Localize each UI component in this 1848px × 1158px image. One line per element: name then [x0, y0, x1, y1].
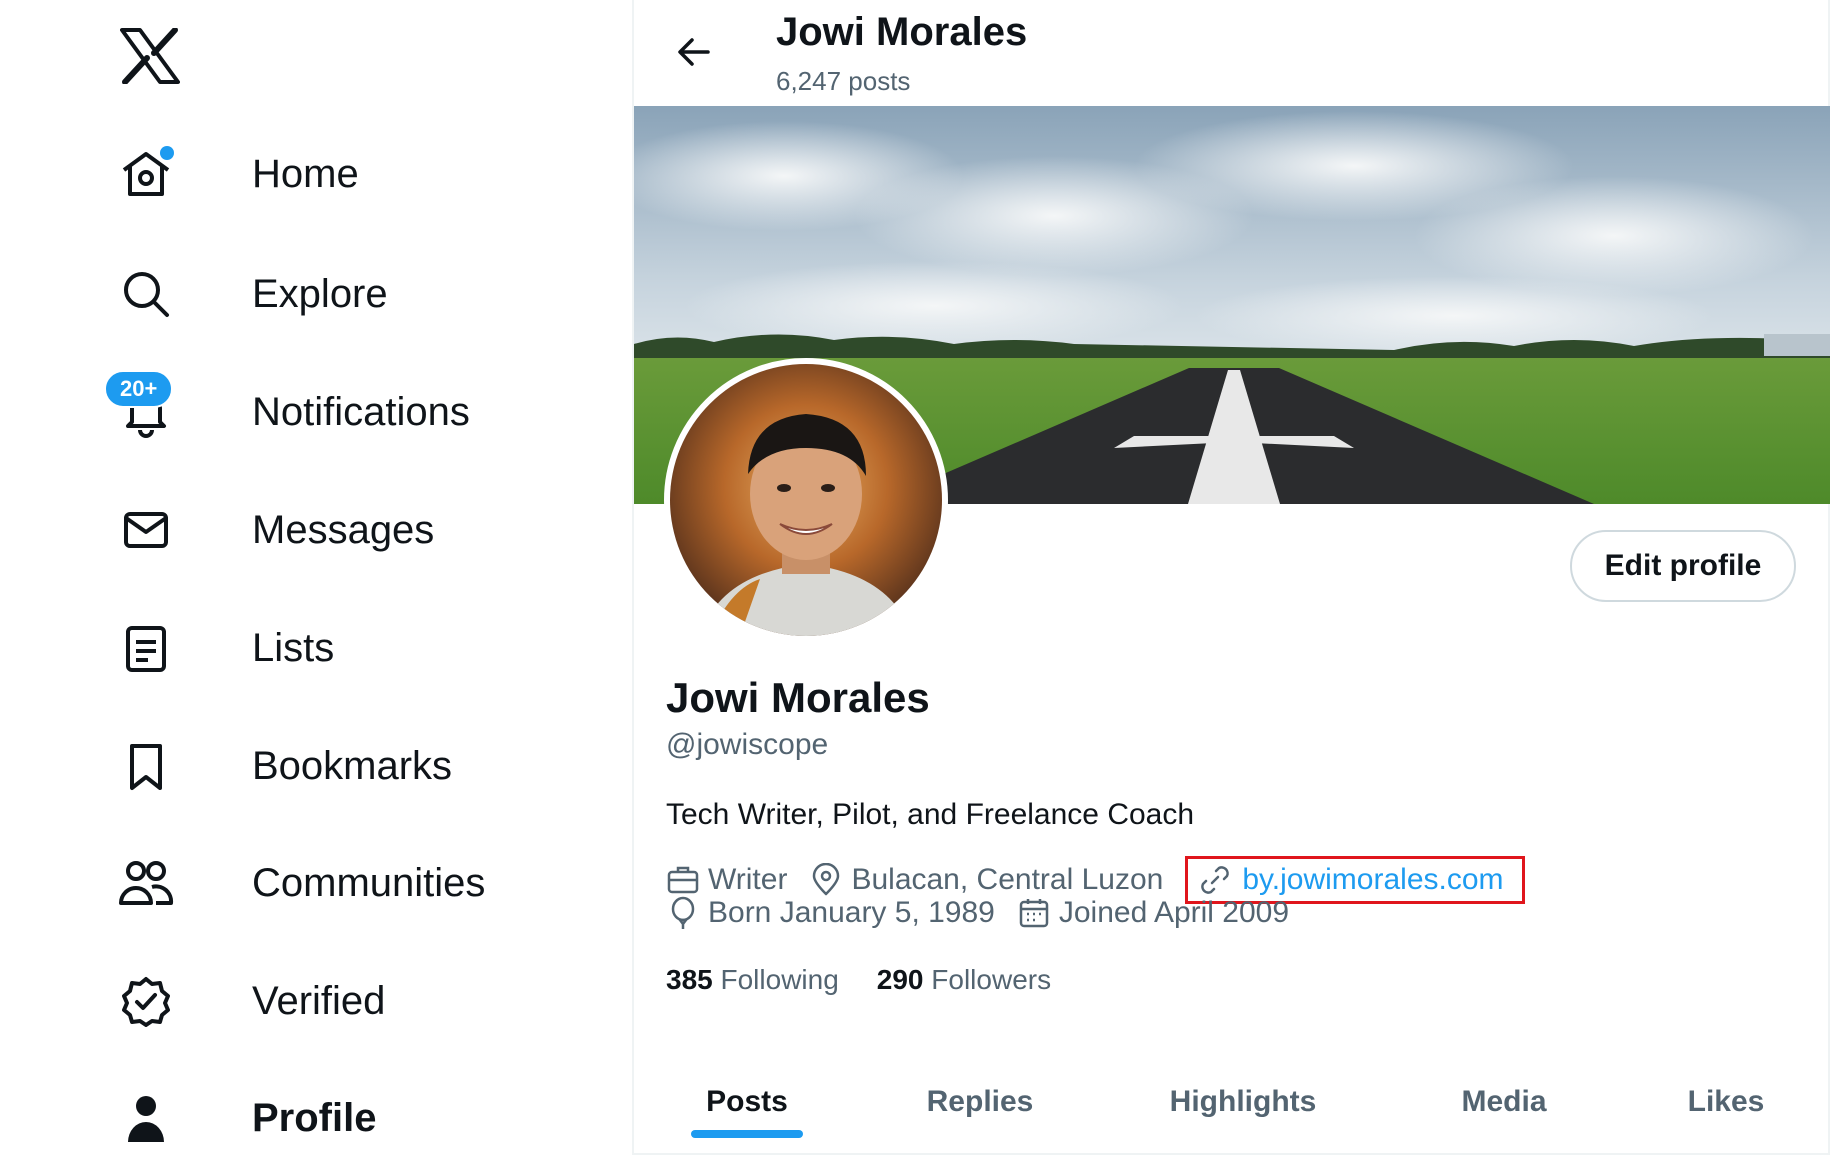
- sidebar-item-notifications[interactable]: 20+ Notifications: [104, 370, 470, 452]
- link-icon: [1201, 866, 1230, 894]
- sidebar-item-label: Lists: [252, 625, 335, 670]
- new-activity-dot: [160, 146, 174, 160]
- header-display-name: Jowi Morales: [776, 10, 1028, 54]
- profile-tabs: Posts Replies Highlights Media Likes: [634, 1052, 1830, 1155]
- balloon-icon: [671, 896, 695, 929]
- profile-column: Jowi Morales 6,247 posts Edit profile Jo…: [632, 0, 1830, 1155]
- profile-avatar[interactable]: [664, 358, 948, 642]
- tab-media[interactable]: Media: [1386, 1052, 1622, 1152]
- following-label: Following: [720, 964, 839, 995]
- calendar-icon: [1019, 899, 1049, 928]
- location-pin-icon: [813, 863, 840, 896]
- sidebar-item-profile[interactable]: Profile: [110, 1078, 376, 1158]
- tab-highlights[interactable]: Highlights: [1100, 1052, 1386, 1152]
- birthday-item: Born January 5, 1989: [666, 896, 995, 930]
- sidebar-item-label: Bookmarks: [252, 743, 453, 788]
- verified-badge-icon: [110, 965, 182, 1037]
- active-tab-indicator: [691, 1130, 803, 1138]
- notifications-badge: 20+: [104, 370, 174, 408]
- following-count: 385: [666, 964, 713, 995]
- follow-stats: 385 Following 290 Followers: [666, 964, 1089, 996]
- location-text: Bulacan, Central Luzon: [851, 863, 1164, 896]
- tab-replies[interactable]: Replies: [860, 1052, 1100, 1152]
- tab-likes[interactable]: Likes: [1622, 1052, 1830, 1152]
- sidebar-item-label: Verified: [252, 978, 386, 1023]
- occupation-text: Writer: [708, 863, 788, 896]
- briefcase-icon: [667, 866, 699, 894]
- people-icon: [110, 847, 182, 919]
- back-button[interactable]: [664, 22, 724, 82]
- person-icon: [110, 1082, 182, 1154]
- home-icon: [110, 138, 182, 210]
- x-logo-icon[interactable]: [120, 27, 180, 85]
- sidebar-item-label: Home: [252, 151, 359, 196]
- bell-icon: 20+: [104, 370, 182, 448]
- sidebar-item-verified[interactable]: Verified: [110, 961, 385, 1041]
- list-icon: [110, 612, 182, 684]
- joined-item: Joined April 2009: [1017, 896, 1289, 930]
- sidebar-item-lists[interactable]: Lists: [110, 608, 334, 688]
- sidebar-item-communities[interactable]: Communities: [110, 843, 485, 923]
- sidebar-item-label: Explore: [252, 271, 388, 316]
- header-post-count: 6,247 posts: [776, 66, 911, 96]
- sidebar-item-label: Messages: [252, 507, 435, 552]
- left-sidebar: Home Explore 20+ Notifications Messages …: [0, 0, 636, 1155]
- search-icon: [110, 258, 182, 330]
- sidebar-item-label: Notifications: [252, 389, 470, 434]
- birthday-text: Born January 5, 1989: [708, 896, 995, 929]
- profile-bio: Tech Writer, Pilot, and Freelance Coach: [666, 798, 1195, 831]
- sidebar-item-home[interactable]: Home: [110, 134, 359, 214]
- followers-count: 290: [876, 964, 924, 995]
- profile-handle: @jowiscope: [666, 728, 829, 761]
- profile-display-name: Jowi Morales: [666, 674, 930, 721]
- envelope-icon: [110, 494, 182, 566]
- sidebar-item-label: Profile: [252, 1095, 377, 1140]
- occupation-item: Writer: [666, 863, 787, 897]
- joined-text: Joined April 2009: [1058, 896, 1290, 929]
- sidebar-item-label: Communities: [252, 860, 486, 905]
- website-link[interactable]: by.jowimorales.com: [1242, 863, 1503, 897]
- followers-link[interactable]: 290 Followers: [877, 964, 1051, 996]
- following-link[interactable]: 385 Following: [666, 964, 839, 996]
- profile-header: Jowi Morales 6,247 posts: [634, 0, 1832, 106]
- followers-label: Followers: [931, 964, 1052, 995]
- back-arrow-icon: [678, 38, 710, 66]
- sidebar-item-bookmarks[interactable]: Bookmarks: [110, 726, 452, 806]
- sidebar-item-messages[interactable]: Messages: [110, 490, 434, 570]
- profile-meta-row-2: Born January 5, 1989 Joined April 2009: [666, 896, 1311, 930]
- location-item: Bulacan, Central Luzon: [809, 863, 1163, 897]
- sidebar-item-explore[interactable]: Explore: [110, 254, 388, 334]
- edit-profile-button[interactable]: Edit profile: [1570, 530, 1796, 602]
- bookmark-icon: [110, 730, 182, 802]
